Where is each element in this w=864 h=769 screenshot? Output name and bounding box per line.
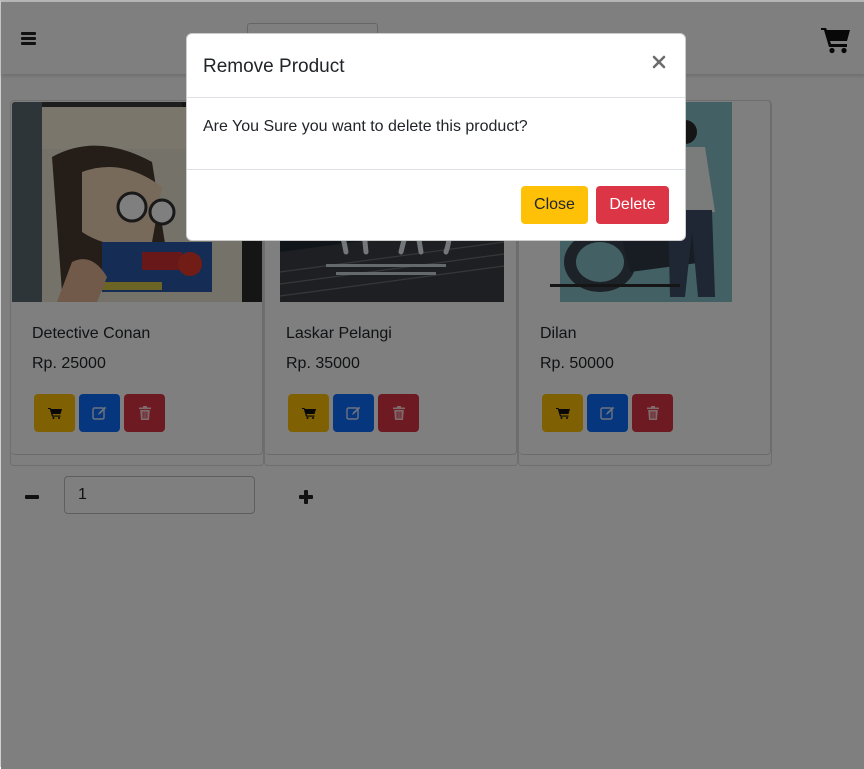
app-page: Detective Conan Rp. 25000: [0, 0, 864, 769]
delete-button[interactable]: Delete: [596, 186, 669, 224]
modal-header: Remove Product: [187, 34, 685, 98]
modal-footer: Close Delete: [187, 170, 685, 240]
remove-product-modal: Remove Product Are You Sure you want to …: [186, 33, 686, 241]
modal-title: Remove Product: [203, 56, 345, 77]
close-icon[interactable]: [652, 55, 666, 69]
close-button[interactable]: Close: [521, 186, 588, 224]
modal-body: Are You Sure you want to delete this pro…: [187, 98, 685, 170]
modal-message: Are You Sure you want to delete this pro…: [203, 118, 528, 135]
